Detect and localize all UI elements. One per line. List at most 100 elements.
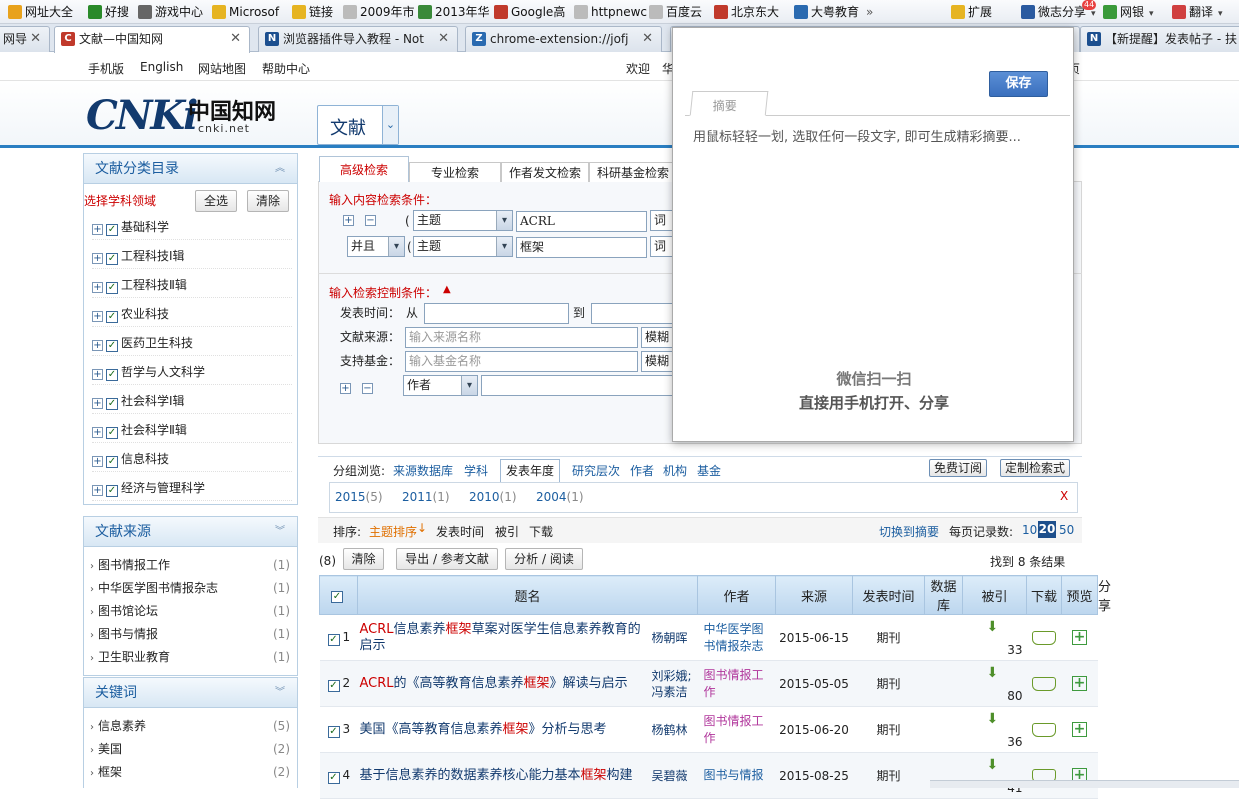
row-select-cell[interactable]: ✓ 1 — [319, 614, 358, 661]
select-all-checkbox[interactable]: ✓ — [331, 591, 343, 603]
keyword-input-1[interactable]: ACRL — [516, 211, 647, 232]
popup-tab-abstract[interactable]: 摘要 — [689, 91, 769, 116]
subject-item[interactable]: + ✓ 社会科学Ⅱ辑 — [92, 417, 292, 443]
download-arrow-icon[interactable]: ⬇ — [987, 619, 1001, 635]
download-cell[interactable]: ⬇ 41 — [962, 752, 1027, 799]
browser-tab[interactable]: Zchrome-extension://jofj ✕ — [465, 26, 662, 52]
expand-plus-icon[interactable]: + — [92, 427, 103, 438]
subject-checkbox[interactable]: ✓ — [106, 340, 118, 352]
english-link[interactable]: English — [140, 60, 183, 74]
preview-cell[interactable] — [1026, 660, 1062, 707]
freq-select-2[interactable]: 词频 — [650, 236, 674, 257]
expand-plus-icon[interactable]: + — [92, 398, 103, 409]
subject-checkbox[interactable]: ✓ — [106, 282, 118, 294]
subject-checkbox[interactable]: ✓ — [106, 311, 118, 323]
subject-checkbox[interactable]: ✓ — [106, 398, 118, 410]
remove-author-row-icon[interactable]: − — [362, 383, 373, 394]
freq-select-1[interactable]: 词频 — [650, 210, 674, 231]
clear-selection-button[interactable]: 清除 — [343, 548, 384, 570]
subject-item[interactable]: + ✓ 工程科技Ⅱ辑 — [92, 272, 292, 298]
group-item[interactable]: 机构 — [663, 462, 687, 479]
expand-plus-icon[interactable]: + — [92, 456, 103, 467]
search-type-tab[interactable]: 高级检索 — [319, 156, 409, 182]
cnki-logo[interactable]: CNKi 中国知网 cnki.net — [86, 92, 286, 140]
bookmark-item[interactable]: 2013年华 — [418, 3, 490, 21]
group-item[interactable]: 学科 — [464, 462, 488, 479]
bookmarks-more-icon[interactable]: » — [866, 3, 873, 21]
help-link[interactable]: 帮助中心 — [262, 60, 310, 77]
bookmark-item[interactable]: 游戏中心 — [138, 3, 203, 21]
source-cell[interactable]: 图书情报工作 — [697, 706, 776, 753]
collapse-down-icon[interactable]: ︾ — [273, 687, 287, 699]
subject-checkbox[interactable]: ✓ — [106, 253, 118, 265]
facet-list-item[interactable]: › 图书与情报 (1) — [90, 623, 296, 646]
sitemap-link[interactable]: 网站地图 — [198, 60, 246, 77]
bookmark-item[interactable]: 北京东大 — [714, 3, 779, 21]
toolbar-extension-item[interactable]: 扩展 — [951, 3, 992, 21]
title-cell[interactable]: 基于信息素养的数据素养核心能力基本框架构建 — [357, 752, 648, 799]
share-cell[interactable]: + — [1061, 614, 1098, 661]
book-preview-icon[interactable] — [1032, 630, 1057, 645]
free-subscribe-button[interactable]: 免费订阅 — [929, 459, 987, 477]
facet-list-item[interactable]: › 卫生职业教育 (1) — [90, 646, 296, 669]
add-author-row-icon[interactable]: + — [340, 383, 351, 394]
bookmark-item[interactable]: 网址大全 — [8, 3, 73, 21]
group-item[interactable]: 作者 — [630, 462, 654, 479]
per-page-10[interactable]: 10 — [1022, 523, 1037, 537]
expand-plus-icon[interactable]: + — [92, 369, 103, 380]
bookmark-item[interactable]: Microsof — [212, 3, 279, 21]
download-arrow-icon[interactable]: ⬇ — [987, 665, 1001, 681]
keyword-input-2[interactable]: 框架 — [516, 237, 647, 258]
subject-checkbox[interactable]: ✓ — [106, 485, 118, 497]
row-checkbox[interactable]: ✓ — [327, 771, 340, 784]
remove-row-icon[interactable]: − — [365, 215, 376, 226]
bookmark-item[interactable]: 百度云 — [649, 3, 702, 21]
analyze-button[interactable]: 分析 / 阅读 — [505, 548, 583, 570]
fund-input[interactable]: 输入基金名称 — [405, 351, 638, 372]
field-select-2[interactable]: 主题 — [413, 236, 513, 257]
bookmark-item[interactable]: 2009年市 — [343, 3, 415, 21]
group-item[interactable]: 研究层次 — [572, 462, 620, 479]
sort-cited[interactable]: 被引 — [495, 523, 519, 540]
facet-list-item[interactable]: › 美国 (2) — [90, 738, 296, 761]
sort-time[interactable]: 发表时间 — [436, 523, 484, 540]
author-cell[interactable]: 杨鹤林 — [647, 706, 698, 753]
search-type-tab[interactable]: 科研基金检索 — [589, 162, 677, 182]
subject-item[interactable]: + ✓ 哲学与人文科学 — [92, 359, 292, 385]
title-cell[interactable]: 美国《高等教育信息素养框架》分析与思考 — [357, 706, 648, 753]
download-cell[interactable]: ⬇ 33 — [962, 614, 1027, 661]
author-field-select[interactable]: 作者 — [403, 375, 478, 396]
source-input[interactable]: 输入来源名称 — [405, 327, 638, 348]
column-header[interactable]: 来源 — [775, 575, 854, 615]
clear-subjects-button[interactable]: 清除 — [247, 190, 289, 212]
search-type-tab[interactable]: 作者发文检索 — [501, 162, 589, 182]
close-tab-icon[interactable]: ✕ — [642, 27, 653, 51]
bookmark-item[interactable]: 链接 — [292, 3, 333, 21]
download-cell[interactable]: ⬇ 36 — [962, 706, 1027, 753]
row-select-cell[interactable]: ✓ 2 — [319, 660, 358, 707]
group-item[interactable]: 来源数据库 — [393, 462, 453, 479]
doc-type-select[interactable]: 文献 ⌄ — [317, 105, 399, 145]
year-filter-item[interactable]: 2015(5) — [335, 490, 383, 504]
switch-abstract-link[interactable]: 切换到摘要 — [879, 523, 939, 540]
download-arrow-icon[interactable]: ⬇ — [987, 711, 1001, 727]
author-cell[interactable]: 刘彩娥;冯素洁 — [647, 660, 698, 707]
per-page-50[interactable]: 50 — [1059, 523, 1074, 537]
bookmark-item[interactable]: httpnewc — [574, 3, 647, 21]
source-cell[interactable]: 中华医学图书情报杂志 — [697, 614, 776, 661]
facet-list-item[interactable]: › 图书情报工作 (1) — [90, 554, 296, 577]
sort-topic[interactable]: 主题排序 — [369, 523, 417, 540]
logic-select[interactable]: 并且 — [347, 236, 405, 257]
bookmark-item[interactable]: 大粤教育 — [794, 3, 859, 21]
subject-checkbox[interactable]: ✓ — [106, 427, 118, 439]
download-arrow-icon[interactable]: ⬇ — [987, 757, 1001, 773]
column-header[interactable]: 被引 — [962, 575, 1028, 615]
row-checkbox[interactable]: ✓ — [327, 725, 340, 738]
close-tab-icon[interactable]: ✕ — [438, 27, 449, 51]
preview-cell[interactable] — [1026, 706, 1062, 753]
browser-tab[interactable]: C 文献—中国知网 ✕ — [54, 26, 250, 53]
facet-list-item[interactable]: › 中华医学图书情报杂志 (1) — [90, 577, 296, 600]
year-filter-item[interactable]: 2010(1) — [469, 490, 517, 504]
toolbar-extension-item[interactable]: 网银 ▾ — [1103, 3, 1154, 21]
export-button[interactable]: 导出 / 参考文献 — [396, 548, 498, 570]
